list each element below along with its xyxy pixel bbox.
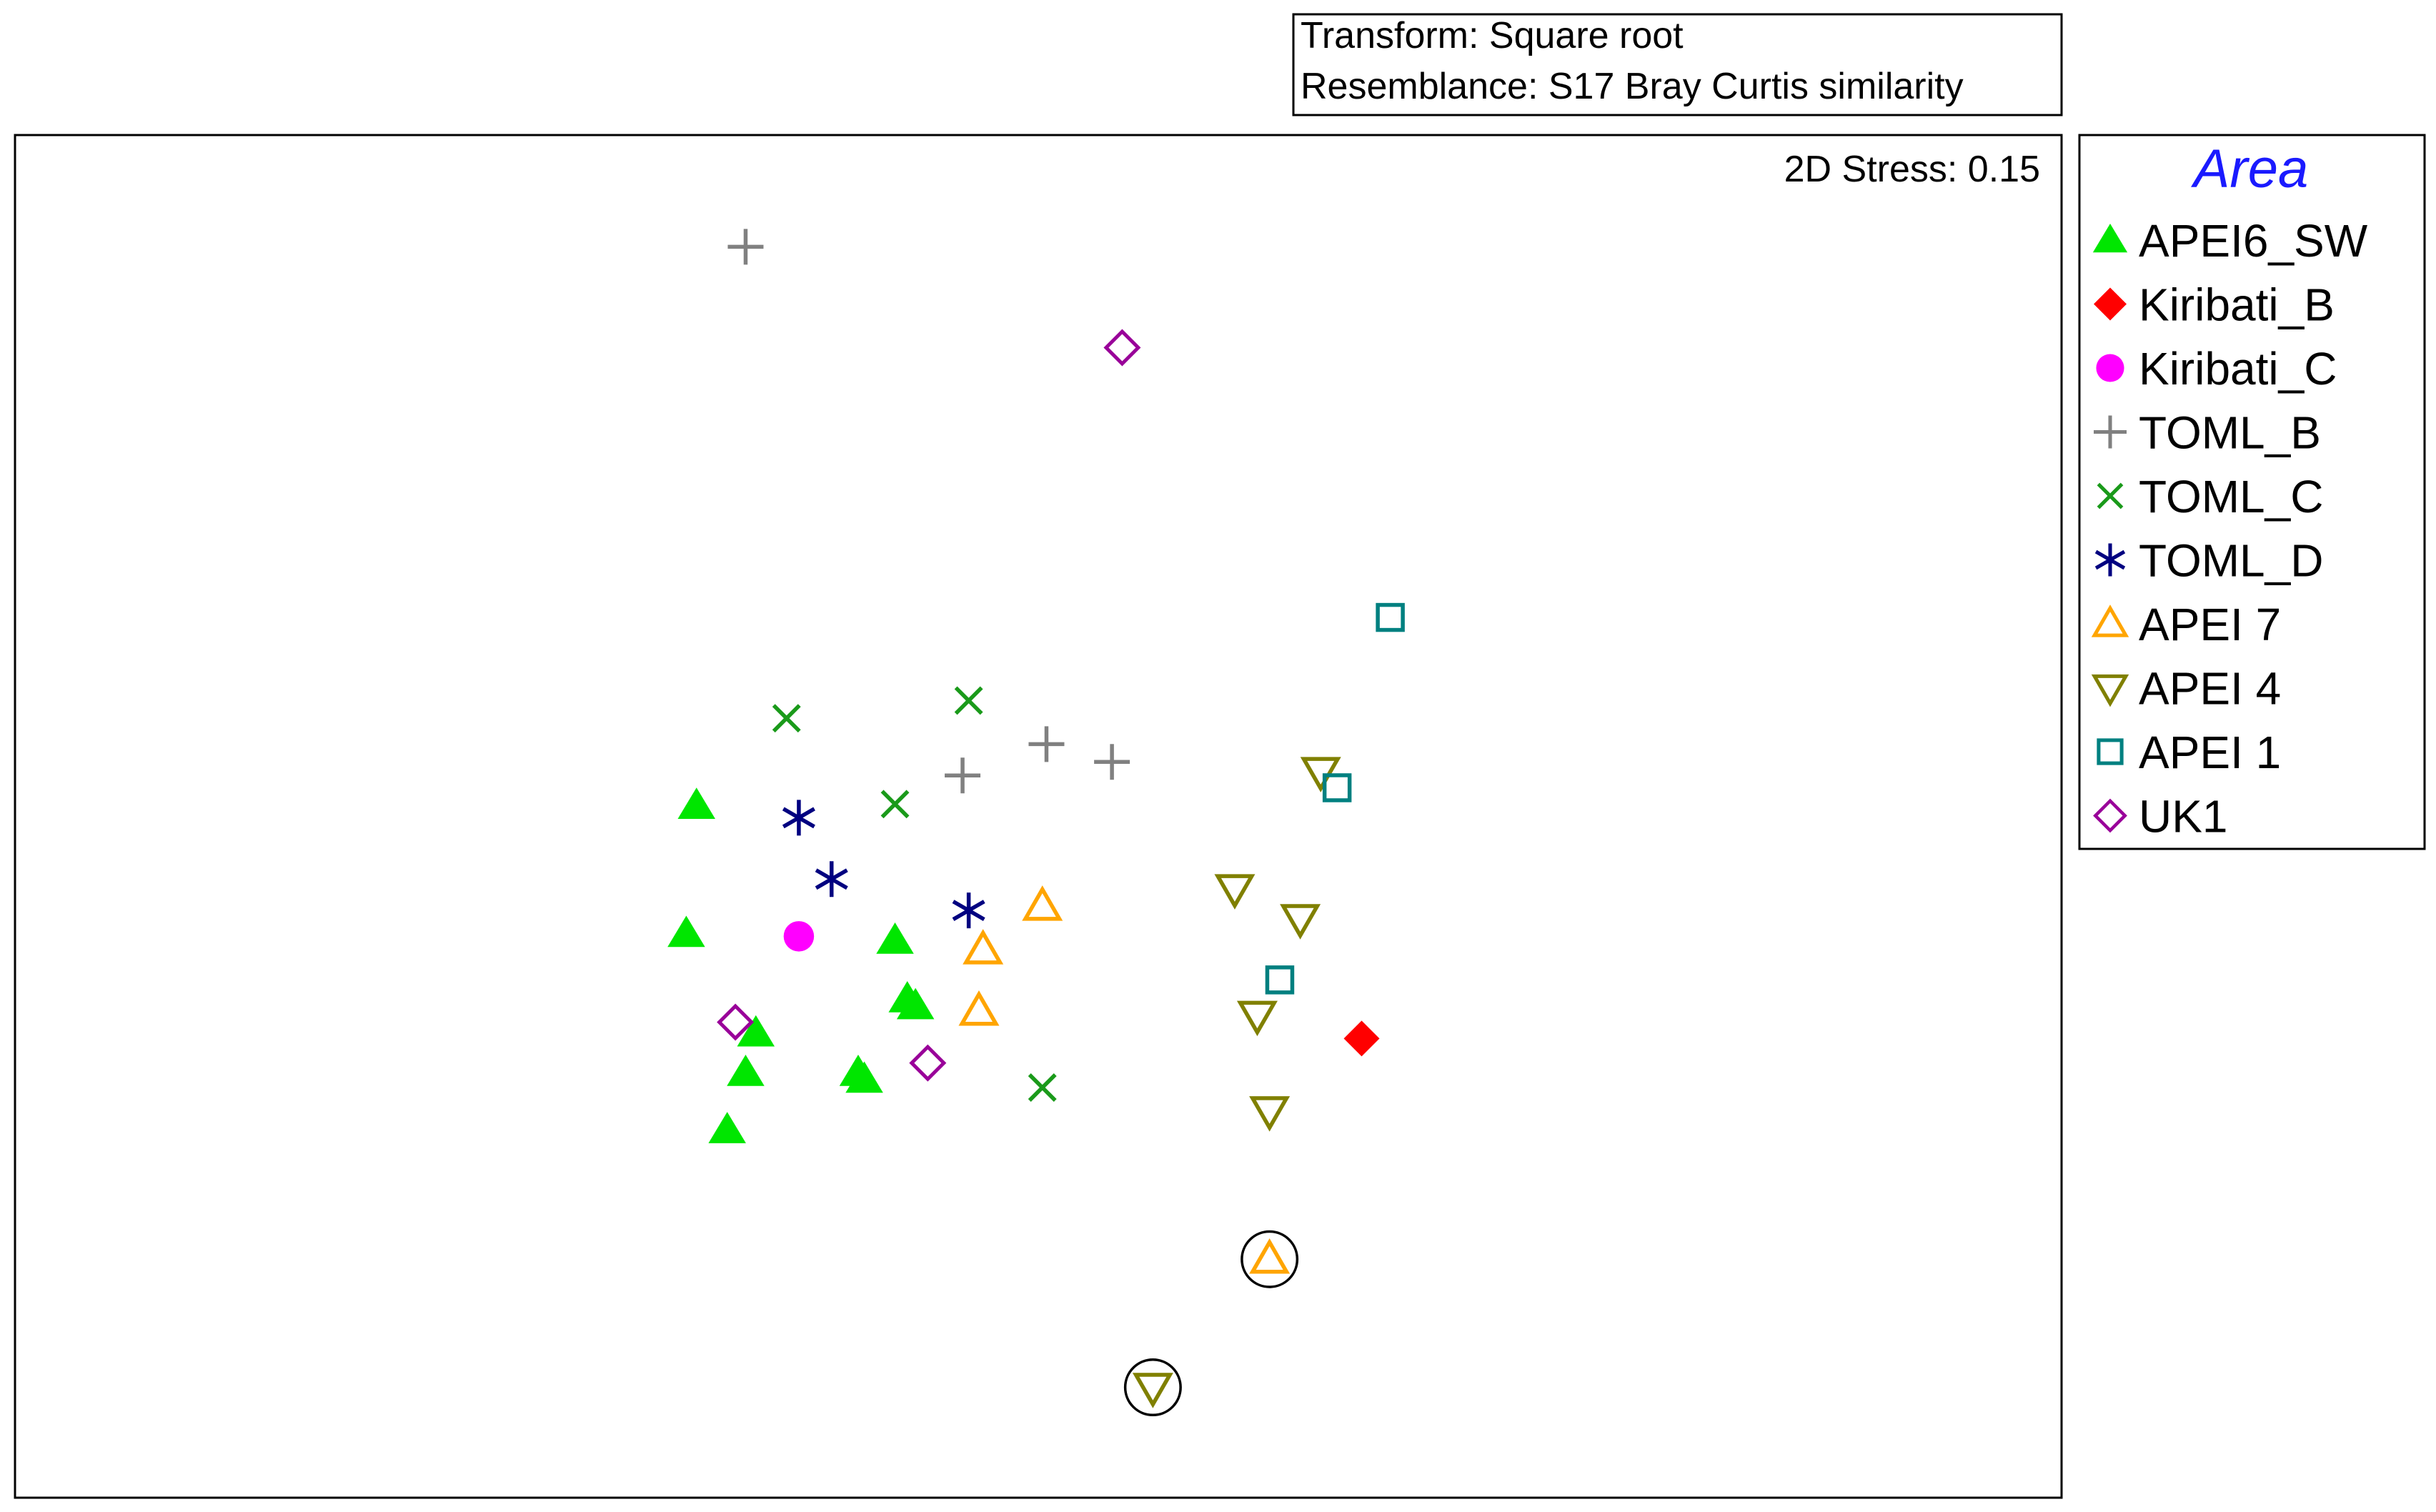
legend-label-toml-c: TOML_C <box>2139 471 2323 522</box>
legend-label-uk1: UK1 <box>2139 791 2228 842</box>
stress-annotation: 2D Stress: 0.15 <box>1784 149 2040 190</box>
legend-label-toml-b: TOML_B <box>2139 407 2321 459</box>
legend: Area APEI6_SW Kiribati_B Kiribati_C TOML_B T… <box>2078 134 2426 850</box>
transform-info-box: Transform: Square root Resemblance: S17 … <box>1292 13 2063 116</box>
plot-frame <box>14 134 2063 1499</box>
legend-label-apei-7: APEI 7 <box>2139 599 2281 650</box>
transform-label: Transform: Square root <box>1301 15 1684 56</box>
legend-label-kiribati-b: Kiribati_B <box>2139 279 2335 331</box>
legend-label-kiribati-c: Kiribati_C <box>2139 343 2337 394</box>
legend-label-toml-d: TOML_D <box>2139 535 2323 587</box>
legend-label-apei6-sw: APEI6_SW <box>2139 215 2368 267</box>
legend-label-apei-4: APEI 4 <box>2139 663 2281 715</box>
legend-title: Area <box>2191 139 2309 199</box>
legend-symbol-kiribati-c <box>2096 354 2124 382</box>
legend-label-apei-1: APEI 1 <box>2139 727 2281 778</box>
point-kiribati-c-1 <box>783 921 815 952</box>
resemblance-label: Resemblance: S17 Bray Curtis similarity <box>1301 66 1964 107</box>
nmds-figure: Transform: Square root Resemblance: S17 … <box>0 0 2436 1512</box>
